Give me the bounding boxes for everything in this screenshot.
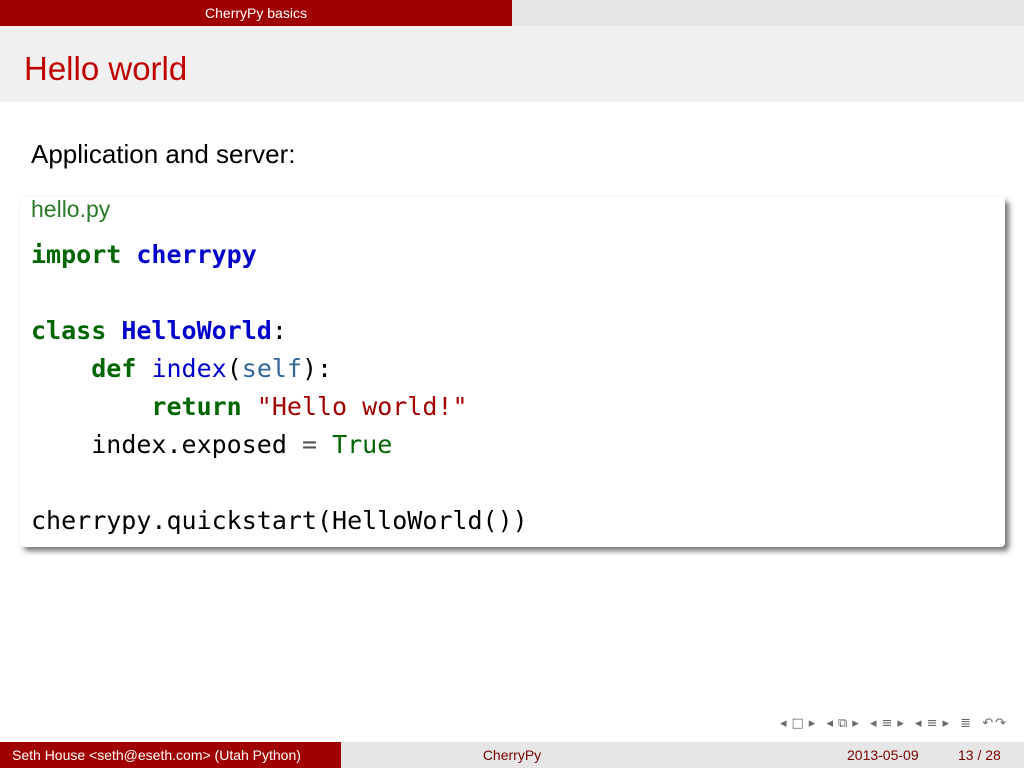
footer-page-number: 13 / 28 [958,747,1001,763]
section-tab[interactable]: CherryPy basics [0,0,512,26]
header-bar: CherryPy basics [0,0,1024,26]
code-punct: : [271,316,287,345]
code-keyword: def [91,354,137,383]
code-keyword: class [31,316,107,345]
code-string: "Hello world!" [256,392,468,421]
code-constant: True [332,430,393,459]
frame-title-bar: Hello world [0,26,1024,102]
code-punct: ): [301,354,333,383]
code-operator: = [301,430,318,459]
nav-section-icon[interactable]: ⧉ [838,716,849,731]
code-module-name: cherrypy [136,240,257,269]
code-punct: ( [226,354,242,383]
code-listing: import cherrypy class HelloWorld: def in… [31,236,528,540]
code-keyword: return [151,392,242,421]
code-function-name: index [151,354,227,383]
nav-prev-subsubsection-icon[interactable]: ◂ [915,716,924,731]
footer-date: 2013-05-09 [847,747,919,763]
nav-subsubsection-icon[interactable]: ≡ [927,716,940,731]
nav-prev-section-icon[interactable]: ◂ [826,716,835,731]
code-file-label: hello.py [31,196,111,222]
nav-prev-frame-icon[interactable]: ◂ [780,716,789,731]
nav-next-subsection-icon[interactable]: ▸ [897,716,906,731]
intro-text: Application and server: [31,139,296,169]
code-call: cherrypy.quickstart(HelloWorld()) [31,506,528,535]
footer-bar: Seth House <seth@eseth.com> (Utah Python… [0,742,1024,768]
code-class-name: HelloWorld [121,316,272,345]
footer-author: Seth House <seth@eseth.com> (Utah Python… [0,742,341,768]
code-attribute: index.exposed [91,430,287,459]
nav-frame-icon[interactable]: □ [791,716,805,731]
nav-search-icon[interactable]: ↶↷ [982,716,1008,731]
nav-align-icon[interactable]: ≣ [960,716,973,731]
nav-prev-subsection-icon[interactable]: ◂ [870,716,879,731]
code-keyword: import [31,240,122,269]
footer-title: CherryPy [341,742,683,768]
nav-subsection-icon[interactable]: ≡ [881,716,894,731]
nav-next-section-icon[interactable]: ▸ [852,716,861,731]
code-self: self [241,354,302,383]
nav-next-subsubsection-icon[interactable]: ▸ [942,716,951,731]
footer-date-page: 2013-05-09 13 / 28 [683,742,1024,768]
beamer-navigation: ◂ □ ▸ ◂ ⧉ ▸ ◂ ≡ ▸ ◂ ≡ ▸ ≣ ↶↷ [777,716,1008,731]
nav-next-frame-icon[interactable]: ▸ [809,716,818,731]
page-title: Hello world [24,50,188,87]
